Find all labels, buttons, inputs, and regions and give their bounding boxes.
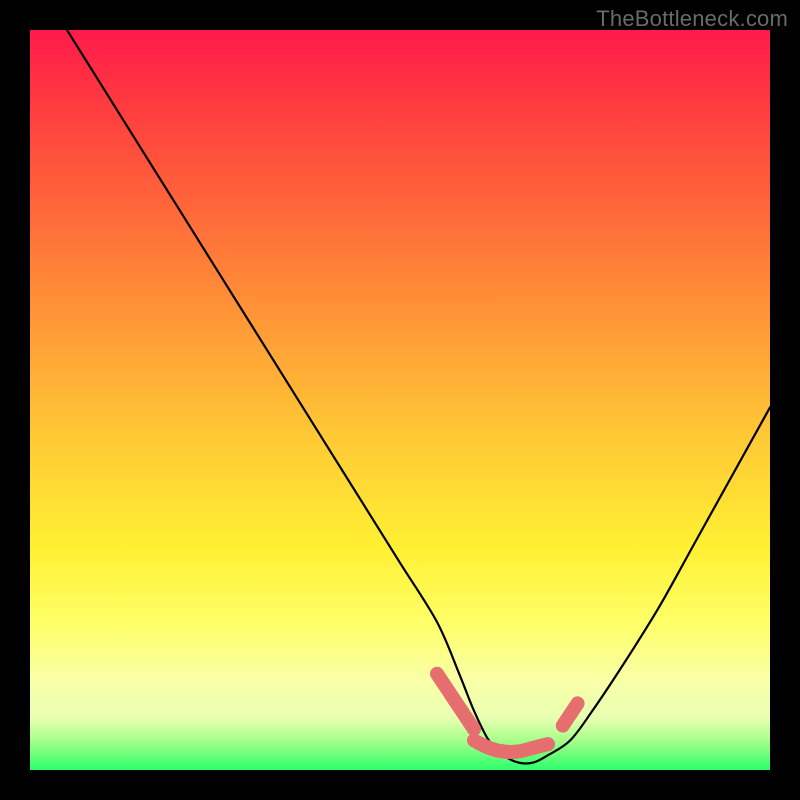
optimal-band-floor	[474, 740, 548, 752]
optimal-band-left	[437, 674, 474, 730]
optimal-band-right	[563, 703, 578, 725]
bottleneck-curve	[67, 30, 770, 764]
curve-svg	[30, 30, 770, 770]
plot-area	[30, 30, 770, 770]
watermark-text: TheBottleneck.com	[596, 6, 788, 32]
chart-frame: TheBottleneck.com	[0, 0, 800, 800]
